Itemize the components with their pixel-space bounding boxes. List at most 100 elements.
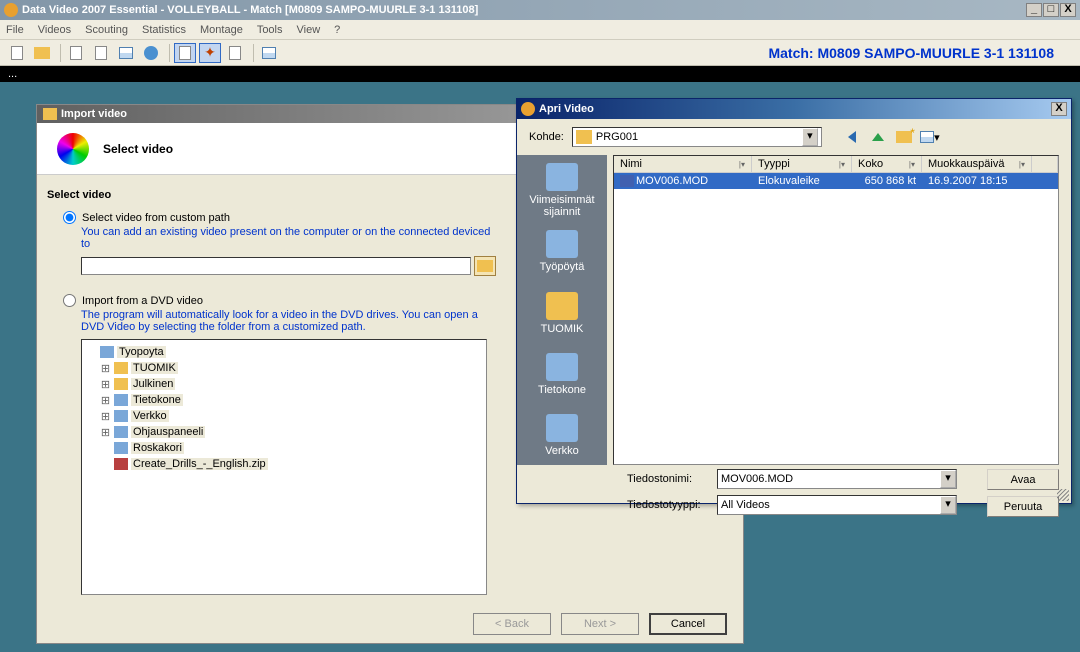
menu-help[interactable]: ? (334, 24, 340, 36)
tree-item[interactable]: Ohjauspaneeli (131, 426, 205, 438)
filename-combo[interactable]: ▾ (717, 469, 957, 489)
view-icon[interactable]: ▾ (920, 127, 940, 147)
video-icon (57, 133, 89, 165)
menu-videos[interactable]: Videos (38, 24, 71, 36)
tree-item[interactable]: Verkko (131, 410, 169, 422)
tb-btn4-icon[interactable] (90, 43, 112, 63)
toolbar-separator (60, 44, 61, 62)
place-recent[interactable]: Viimeisimmät sijainnit (522, 161, 602, 220)
dialog-main: Viimeisimmät sijainnit Työpöytä TUOMIK T… (517, 155, 1071, 465)
radio-dvd-input[interactable] (63, 294, 76, 307)
place-computer[interactable]: Tietokone (522, 345, 602, 404)
dialog-top: Kohde: PRG001 ▾ ▾ (517, 119, 1071, 155)
window-buttons: _ □ X (1026, 3, 1076, 17)
filetype-label: Tiedostotyyppi: (627, 499, 717, 511)
nav-icons: ▾ (842, 127, 940, 147)
tree-item[interactable]: Julkinen (131, 378, 175, 390)
main-titlebar: Data Video 2007 Essential - VOLLEYBALL -… (0, 0, 1080, 20)
tree-root[interactable]: Tyopoyta (117, 346, 166, 358)
place-network[interactable]: Verkko (522, 406, 602, 465)
open-button[interactable]: Avaa (987, 469, 1059, 490)
file-icon (620, 175, 634, 187)
menu-file[interactable]: File (6, 24, 24, 36)
kohde-value: PRG001 (596, 131, 802, 143)
col-size[interactable]: Koko|▾ (852, 156, 922, 172)
app-icon (521, 102, 535, 116)
tb-btn10-icon[interactable] (258, 43, 280, 63)
tb-btn3-icon[interactable] (65, 43, 87, 63)
kohde-combo[interactable]: PRG001 ▾ (572, 127, 822, 147)
dialog-actions: Avaa Peruuta (987, 469, 1059, 521)
dropdown-icon[interactable]: ▾ (802, 128, 818, 146)
browse-button[interactable] (474, 256, 496, 276)
folder-icon (477, 260, 493, 272)
tree-item[interactable]: Roskakori (131, 442, 184, 454)
menu-scouting[interactable]: Scouting (85, 24, 128, 36)
computer-icon (546, 353, 578, 381)
maximize-button[interactable]: □ (1043, 3, 1059, 17)
menu-view[interactable]: View (297, 24, 321, 36)
dropdown-icon[interactable]: ▾ (940, 470, 956, 488)
desktop-icon (546, 230, 578, 258)
col-name[interactable]: Nimi|▾ (614, 156, 752, 172)
back-button[interactable]: < Back (473, 613, 551, 635)
close-button[interactable]: X (1060, 3, 1076, 17)
dialog-close-button[interactable]: X (1051, 102, 1067, 116)
filename-label: Tiedostonimi: (627, 473, 717, 485)
file-row[interactable]: MOV006.MOD Elokuvaleike 650 868 kt 16.9.… (614, 173, 1058, 189)
dialog-titlebar[interactable]: Apri Video X (517, 99, 1071, 119)
place-user[interactable]: TUOMIK (522, 283, 602, 342)
minimize-button[interactable]: _ (1026, 3, 1042, 17)
wizard-title: Import video (61, 108, 127, 120)
hint-custom: You can add an existing video present on… (81, 226, 501, 250)
app-icon (4, 3, 18, 17)
dialog-cancel-button[interactable]: Peruuta (987, 496, 1059, 517)
next-button[interactable]: Next > (561, 613, 639, 635)
blackbar: ... (0, 66, 1080, 82)
folder-icon (576, 130, 592, 144)
hint-dvd: The program will automatically look for … (81, 309, 501, 333)
path-input[interactable] (81, 257, 471, 275)
menu-statistics[interactable]: Statistics (142, 24, 186, 36)
radio-custom-input[interactable] (63, 211, 76, 224)
dialog-bottom: Tiedostonimi: ▾ Tiedostotyyppi: ▾ Avaa P… (517, 465, 1071, 529)
match-label: Match: M0809 SAMPO-MUURLE 3-1 131108 (768, 45, 1054, 61)
filetype-combo[interactable]: ▾ (717, 495, 957, 515)
back-icon[interactable] (842, 127, 862, 147)
file-list-header: Nimi|▾ Tyyppi|▾ Koko|▾ Muokkauspäivä|▾ (614, 156, 1058, 173)
place-desktop[interactable]: Työpöytä (522, 222, 602, 281)
filetype-input[interactable] (718, 496, 940, 514)
recent-icon (546, 163, 578, 191)
file-list[interactable]: Nimi|▾ Tyyppi|▾ Koko|▾ Muokkauspäivä|▾ M… (613, 155, 1059, 465)
tb-btn6-icon[interactable] (140, 43, 162, 63)
tb-btn5-icon[interactable] (115, 43, 137, 63)
places-bar: Viimeisimmät sijainnit Työpöytä TUOMIK T… (517, 155, 607, 465)
new-folder-icon[interactable] (894, 127, 914, 147)
tb-btn9-icon[interactable] (224, 43, 246, 63)
menu-tools[interactable]: Tools (257, 24, 283, 36)
tb-btn8-icon[interactable]: ✦ (199, 43, 221, 63)
tb-btn7-icon[interactable] (174, 43, 196, 63)
tree-item[interactable]: TUOMIK (131, 362, 178, 374)
toolbar-separator (169, 44, 170, 62)
wizard-buttons: < Back Next > Cancel (37, 613, 743, 635)
folder-tree[interactable]: Tyopoyta ⊞TUOMIK ⊞Julkinen ⊞Tietokone ⊞V… (81, 339, 487, 595)
filename-input[interactable] (718, 470, 940, 488)
tree-item[interactable]: Create_Drills_-_English.zip (131, 458, 268, 470)
col-date[interactable]: Muokkauspäivä|▾ (922, 156, 1032, 172)
cancel-button[interactable]: Cancel (649, 613, 727, 635)
folder-icon (43, 108, 57, 120)
menubar: File Videos Scouting Statistics Montage … (0, 20, 1080, 40)
open-file-dialog: Apri Video X Kohde: PRG001 ▾ ▾ Viimeisim… (516, 98, 1072, 504)
tb-open-icon[interactable] (31, 43, 53, 63)
col-type[interactable]: Tyyppi|▾ (752, 156, 852, 172)
tb-new-icon[interactable] (6, 43, 28, 63)
menu-montage[interactable]: Montage (200, 24, 243, 36)
resize-grip[interactable] (1057, 489, 1069, 501)
file-rows: MOV006.MOD Elokuvaleike 650 868 kt 16.9.… (614, 173, 1058, 464)
radio-dvd-label: Import from a DVD video (82, 295, 203, 307)
toolbar-separator (253, 44, 254, 62)
tree-item[interactable]: Tietokone (131, 394, 183, 406)
up-icon[interactable] (868, 127, 888, 147)
dropdown-icon[interactable]: ▾ (940, 496, 956, 514)
